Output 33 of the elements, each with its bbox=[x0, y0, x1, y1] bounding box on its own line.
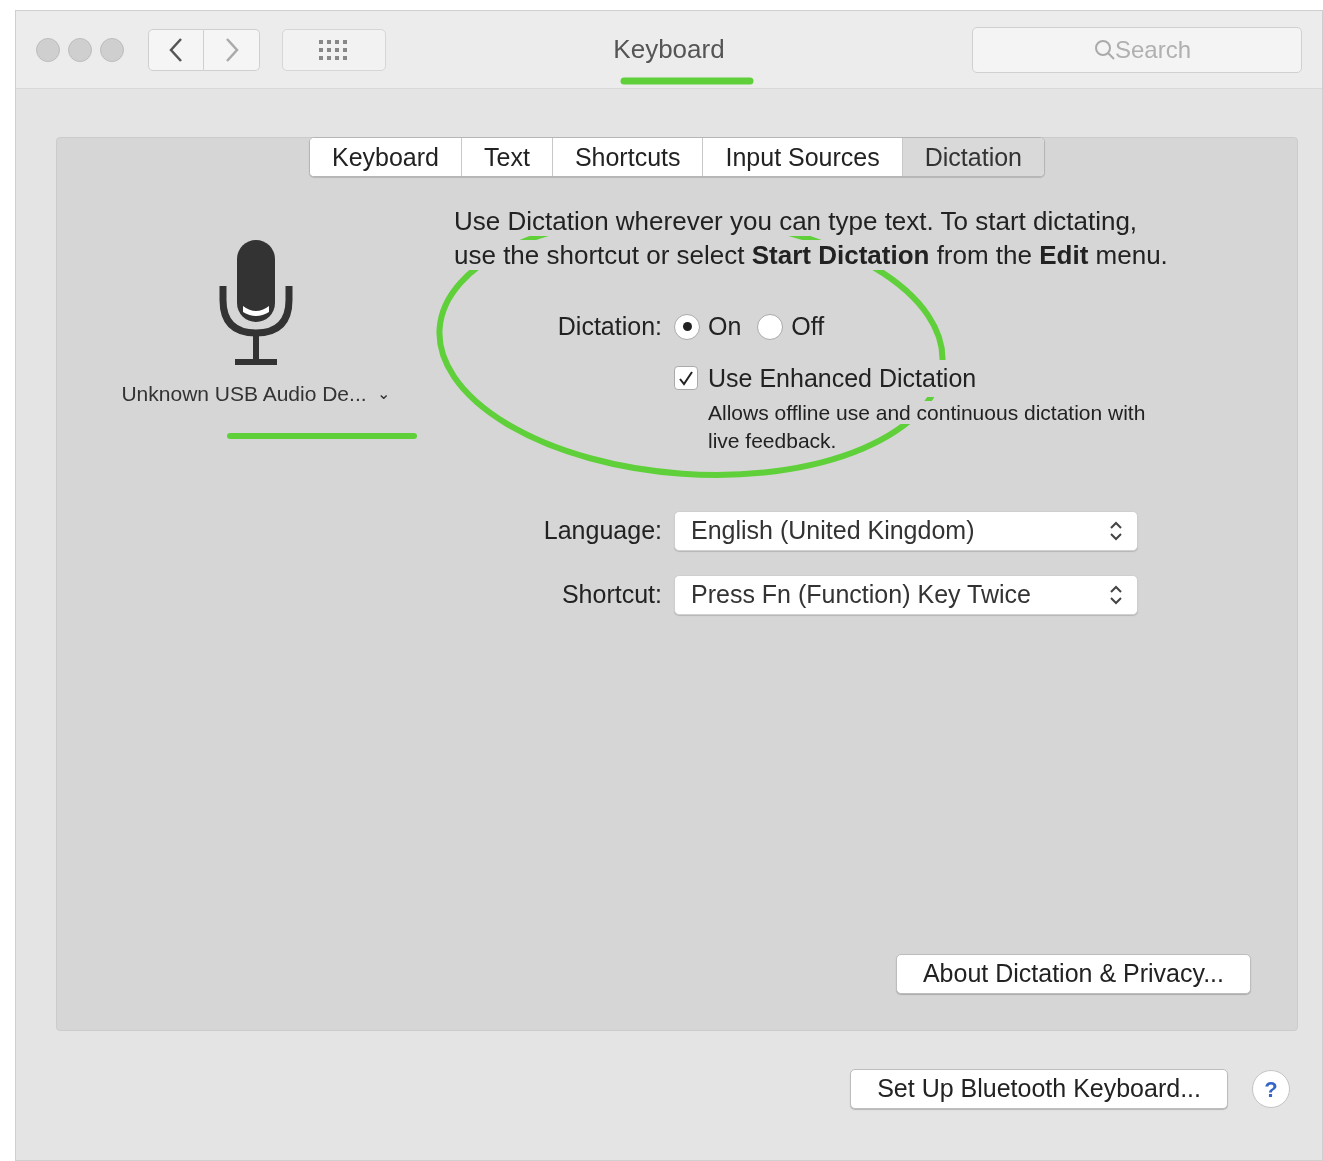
grid-icon bbox=[318, 38, 350, 61]
close-window-control[interactable] bbox=[36, 37, 60, 62]
checkbox-label: Use Enhanced Dictation bbox=[708, 359, 977, 397]
stepper-arrows-icon bbox=[1109, 519, 1123, 542]
tab[interactable]: Keyboard bbox=[310, 138, 461, 176]
tab[interactable]: Dictation bbox=[901, 138, 1044, 176]
field-label: Shortcut: bbox=[560, 578, 663, 610]
input-device-menu[interactable]: Unknown USB Audio De... ⌄ bbox=[121, 378, 390, 410]
zoom-window-control[interactable] bbox=[100, 37, 124, 62]
enhanced-dictation-checkbox[interactable] bbox=[674, 366, 698, 391]
minimize-window-control[interactable] bbox=[68, 37, 92, 62]
about-privacy-button[interactable]: About Dictation & Privacy... bbox=[895, 954, 1251, 994]
chevron-icon: ⌄ bbox=[376, 388, 390, 399]
help-button[interactable]: ? bbox=[1252, 1070, 1290, 1108]
tab[interactable]: Text bbox=[461, 138, 552, 176]
field-label: Language: bbox=[542, 514, 663, 546]
show-all-button[interactable] bbox=[282, 28, 386, 71]
tab[interactable]: Shortcuts bbox=[551, 138, 703, 176]
search-field[interactable]: Search bbox=[972, 26, 1302, 73]
popup-menu[interactable]: Press Fn (Function) Key Twice bbox=[674, 574, 1138, 615]
window-title: Keyboard bbox=[613, 34, 725, 64]
popup-menu[interactable]: English (United Kingdom) bbox=[674, 510, 1138, 551]
microphone-icon bbox=[218, 240, 293, 366]
chevron-left-icon bbox=[168, 36, 184, 63]
chevron-right-icon bbox=[223, 36, 240, 63]
radio-button[interactable] bbox=[757, 313, 784, 340]
search-icon bbox=[1094, 38, 1116, 61]
checkmark-icon bbox=[678, 370, 694, 387]
back-button[interactable] bbox=[148, 28, 204, 71]
tab[interactable]: Input Sources bbox=[702, 138, 902, 176]
radio-button[interactable] bbox=[674, 313, 700, 340]
stepper-arrows-icon bbox=[1109, 583, 1123, 606]
bluetooth-setup-button[interactable]: Set Up Bluetooth Keyboard... bbox=[850, 1069, 1228, 1109]
